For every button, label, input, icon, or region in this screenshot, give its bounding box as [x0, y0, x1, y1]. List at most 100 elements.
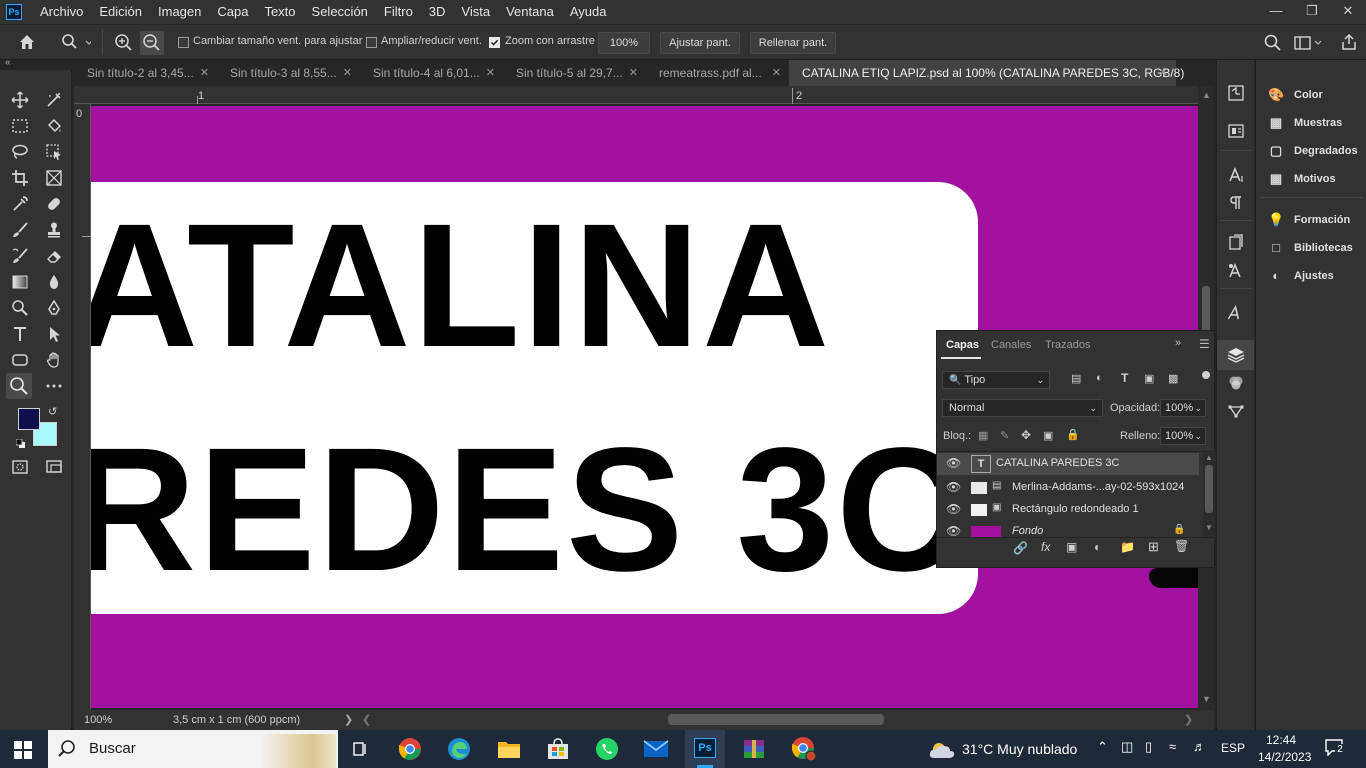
lock-position-icon[interactable]: ✥	[1021, 428, 1031, 442]
zoom-out-icon[interactable]	[140, 31, 164, 55]
collapse-left-icon[interactable]: «	[5, 57, 11, 68]
share-icon[interactable]	[1340, 33, 1358, 54]
whatsapp-icon[interactable]	[594, 737, 620, 761]
layer-row-smart-object[interactable]: 👁 ▤ Merlina-Addams-...ay-02-593x1024	[937, 477, 1199, 499]
menu-ayuda[interactable]: Ayuda	[562, 0, 615, 24]
workspace-icon[interactable]	[1294, 34, 1322, 55]
brush-tool-icon[interactable]	[8, 219, 32, 241]
zoom-tool-preset-icon[interactable]	[61, 33, 93, 54]
tab-sin-titulo-4[interactable]: Sin título-4 al 6,01... ✕	[360, 60, 503, 86]
healing-brush-icon[interactable]	[42, 193, 66, 215]
clone-stamp-icon[interactable]	[42, 219, 66, 241]
battery-icon[interactable]: ▯	[1145, 739, 1152, 755]
delete-layer-icon[interactable]: 🗑	[1174, 539, 1189, 553]
windows-start-icon[interactable]	[14, 741, 32, 762]
glyph-a-panel-icon[interactable]	[1226, 302, 1246, 324]
file-explorer-icon[interactable]	[496, 737, 522, 761]
menu-imagen[interactable]: Imagen	[150, 0, 209, 24]
channels-panel-icon[interactable]	[1226, 372, 1246, 394]
menu-seleccion[interactable]: Selección	[304, 0, 376, 24]
default-colors-icon[interactable]	[15, 438, 25, 448]
menu-archivo[interactable]: Archivo	[32, 0, 91, 24]
history-brush-icon[interactable]	[8, 245, 32, 267]
tab-close-icon[interactable]: ✕	[629, 60, 638, 86]
tab-remeatrass[interactable]: remeatrass.pdf al... ✕	[646, 60, 789, 86]
lock-all-icon[interactable]: 🔒	[1066, 428, 1080, 441]
fx-icon[interactable]: fx	[1041, 540, 1050, 554]
tab-sin-titulo-3[interactable]: Sin título-3 al 8,55... ✕	[217, 60, 360, 86]
more-tools-icon[interactable]	[42, 375, 66, 397]
tab-close-icon[interactable]: ✕	[1159, 60, 1168, 86]
clock-time[interactable]: 12:44	[1266, 733, 1296, 747]
notifications-icon[interactable]: 2	[1324, 738, 1345, 757]
gradient-tool-icon[interactable]	[8, 271, 32, 293]
filter-toggle[interactable]	[1202, 371, 1210, 379]
pixel-filter-icon[interactable]: ▤	[1071, 372, 1081, 385]
scroll-right-icon[interactable]: ❯	[1184, 713, 1193, 726]
lock-transparent-icon[interactable]: ▦	[978, 429, 988, 442]
panel-menu-icon[interactable]: ☰	[1199, 337, 1210, 351]
scroll-thumb[interactable]	[1205, 465, 1213, 513]
tab-capas[interactable]: Capas	[946, 339, 979, 351]
scroll-down-icon[interactable]: ▼	[1205, 523, 1213, 532]
scrubby-zoom-checkbox[interactable]	[489, 37, 500, 48]
layer-row-text[interactable]: 👁 T CATALINA PAREDES 3C	[937, 453, 1199, 475]
tab-close-icon[interactable]: ✕	[200, 60, 209, 86]
path-selection-icon[interactable]	[42, 323, 66, 345]
menu-texto[interactable]: Texto	[256, 0, 303, 24]
zoom-value-field[interactable]: 100%	[598, 32, 650, 54]
resize-windows-checkbox[interactable]	[178, 37, 189, 48]
properties-panel-icon[interactable]	[1226, 120, 1246, 142]
zoom-status[interactable]: 100%	[84, 714, 112, 726]
type-tool-icon[interactable]	[8, 323, 32, 345]
microsoft-store-icon[interactable]	[545, 737, 571, 761]
pen-tool-icon[interactable]	[42, 297, 66, 319]
add-mask-icon[interactable]: ▣	[1066, 540, 1077, 554]
scroll-up-icon[interactable]: ▲	[1205, 453, 1213, 462]
menu-filtro[interactable]: Filtro	[376, 0, 421, 24]
panel-collapse-icon[interactable]: »	[1175, 337, 1181, 349]
scroll-down-icon[interactable]: ▼	[1202, 694, 1211, 704]
foreground-color-swatch[interactable]	[18, 408, 40, 430]
status-expand-icon[interactable]: ❯	[344, 713, 353, 726]
menu-vista[interactable]: Vista	[453, 0, 498, 24]
paths-panel-icon[interactable]	[1226, 400, 1246, 422]
tab-catalina-etiq-lapiz[interactable]: CATALINA ETIQ LAPIZ.psd al 100% (CATALIN…	[789, 60, 1184, 86]
paragraph-panel-icon[interactable]	[1226, 192, 1246, 214]
taskbar-search[interactable]: Buscar	[48, 730, 338, 768]
menu-capa[interactable]: Capa	[209, 0, 256, 24]
artboard-pen-icon[interactable]	[42, 89, 66, 111]
edge-icon[interactable]	[446, 737, 472, 761]
winrar-icon[interactable]	[741, 737, 767, 761]
adjustment-layer-icon[interactable]: ◐	[1094, 540, 1101, 554]
shape-tool-icon[interactable]	[8, 349, 32, 371]
menu-ventana[interactable]: Ventana	[498, 0, 562, 24]
layer-filter-select[interactable]: 🔍 Tipo ⌄	[942, 371, 1050, 389]
menu-3d[interactable]: 3D	[421, 0, 454, 24]
layer-row-shape[interactable]: 👁 ▣ Rectángulo redondeado 1	[937, 499, 1199, 521]
chrome-icon[interactable]	[397, 737, 423, 761]
scroll-thumb[interactable]	[1202, 286, 1210, 336]
clock-date[interactable]: 14/2/2023	[1258, 750, 1311, 764]
quick-mask-icon[interactable]	[8, 456, 32, 478]
home-icon[interactable]	[18, 33, 36, 54]
panel-item-learn[interactable]: 💡 Formación	[1268, 212, 1350, 228]
minimize-icon[interactable]: —	[1258, 0, 1294, 24]
move-tool-icon[interactable]	[8, 89, 32, 111]
visibility-eye-icon[interactable]: 👁	[946, 502, 961, 516]
blur-tool-icon[interactable]	[42, 271, 66, 293]
zoom-all-checkbox[interactable]	[366, 37, 377, 48]
swap-colors-icon[interactable]: ↺	[48, 405, 57, 418]
close-icon[interactable]: ✕	[1330, 0, 1366, 24]
layer-row-background[interactable]: 👁 Fondo 🔒	[937, 521, 1199, 537]
panel-item-adjustments[interactable]: ◐ Ajustes	[1268, 268, 1334, 283]
character-panel-icon[interactable]	[1226, 164, 1246, 186]
screen-mode-icon[interactable]	[42, 456, 66, 478]
scroll-up-icon[interactable]: ▲	[1202, 90, 1211, 100]
group-folder-icon[interactable]: 📁	[1120, 540, 1135, 554]
character-styles-icon[interactable]	[1226, 260, 1246, 282]
layers-panel-tab[interactable]	[1217, 340, 1254, 370]
shape-filter-icon[interactable]: ▣	[1144, 372, 1154, 385]
paint-bucket-icon[interactable]	[42, 115, 66, 137]
tab-close-icon[interactable]: ✕	[486, 60, 495, 86]
